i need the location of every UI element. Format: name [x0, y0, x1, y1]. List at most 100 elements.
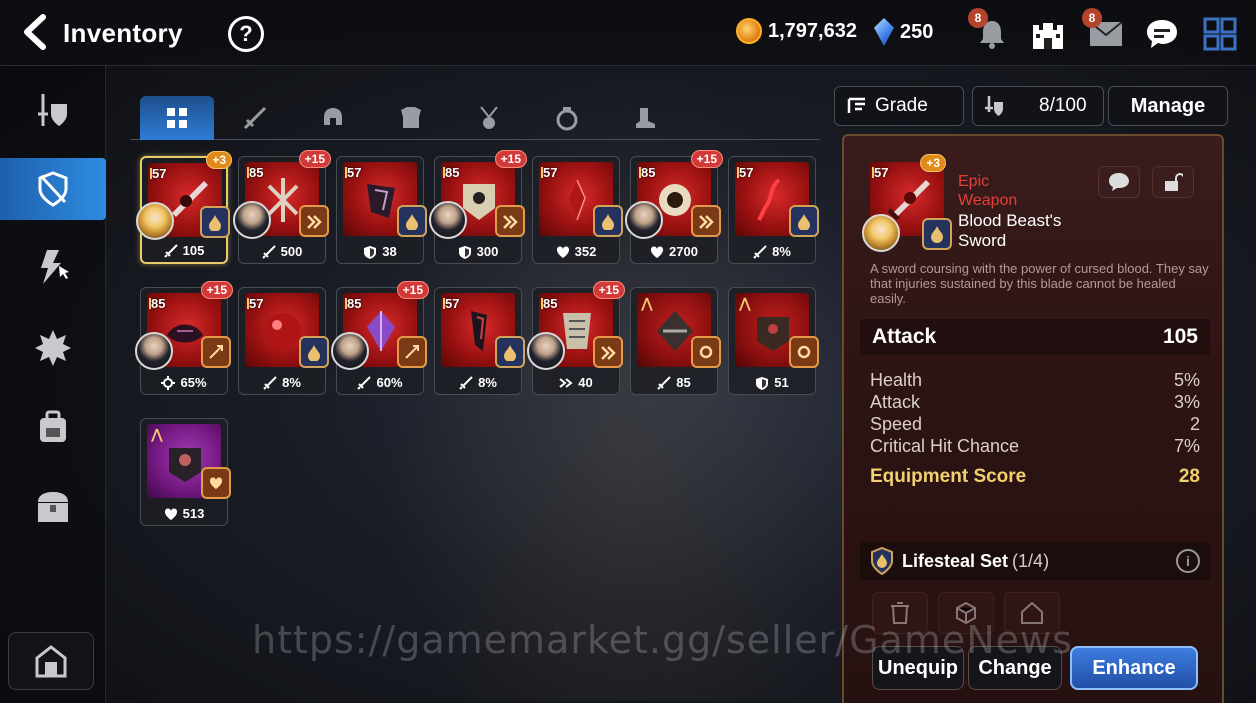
crit-stat-icon	[161, 375, 176, 390]
manage-button[interactable]: Manage	[1108, 86, 1228, 126]
gold-counter[interactable]: 1,797,632	[736, 18, 857, 44]
item-level: 85	[638, 165, 656, 180]
sidebar-item-battle[interactable]	[0, 316, 106, 378]
tab-helmet[interactable]	[296, 96, 370, 140]
gold-coin-icon	[736, 18, 762, 44]
inventory-item[interactable]: 57 +3 105	[136, 151, 232, 264]
grade-sort-button[interactable]: Grade	[834, 86, 964, 126]
tab-weapon[interactable]	[218, 96, 292, 140]
tab-armor[interactable]	[374, 96, 448, 140]
inventory-item[interactable]: 85 +15 65%	[135, 281, 233, 395]
lifesteal-set-icon	[209, 215, 221, 231]
substat-value: 7%	[1173, 436, 1200, 456]
inventory-item[interactable]: 85 +15 40	[527, 281, 625, 395]
enhance-badge: +15	[200, 281, 233, 299]
help-button[interactable]: ?	[228, 16, 264, 52]
back-button[interactable]	[14, 12, 54, 52]
heart-set-icon	[209, 477, 223, 489]
inventory-item[interactable]: ⋀ 51	[728, 287, 819, 395]
chat-button[interactable]	[1142, 14, 1182, 54]
inventory-item[interactable]: ⋀ 513	[140, 418, 231, 526]
shield-stat-icon	[364, 245, 377, 259]
set-badge	[789, 336, 819, 368]
item-stat-value: 500	[280, 244, 303, 259]
chest-icon	[38, 492, 68, 522]
inventory-item[interactable]: 85 +15 300	[429, 150, 527, 264]
substat-row: Speed 2	[870, 413, 1200, 435]
inventory-item[interactable]: 57 38	[336, 156, 427, 264]
set-badge	[495, 336, 525, 368]
sidebar-item-equip[interactable]	[0, 80, 106, 142]
enhance-badge: +15	[298, 150, 331, 168]
inventory-item[interactable]: 57 352	[532, 156, 623, 264]
inventory-item[interactable]: 57 8%	[238, 287, 329, 395]
sidebar-home-button[interactable]	[8, 632, 94, 690]
inventory-item[interactable]: 85 +15 60%	[331, 281, 429, 395]
item-main-stat: 352	[533, 244, 619, 259]
shield-stat-icon	[756, 376, 769, 390]
item-main-stat: 38	[337, 244, 423, 259]
notification-badge: 8	[968, 8, 988, 28]
gear-set-icon	[699, 345, 713, 359]
tab-boots[interactable]	[608, 96, 682, 140]
speed-stat-icon	[559, 377, 573, 388]
equipment-score-value: 28	[1178, 466, 1200, 487]
item-main-stat: 8%	[729, 244, 815, 259]
tab-all[interactable]	[140, 96, 214, 140]
guild-button[interactable]	[1028, 14, 1068, 54]
heart-stat-icon	[650, 245, 664, 258]
info-icon[interactable]: i	[1176, 549, 1200, 573]
item-level: 85	[540, 296, 558, 311]
castle-icon	[1033, 23, 1063, 49]
item-stat-value: 513	[182, 506, 205, 521]
sword-stat-icon	[261, 244, 276, 259]
tab-ring[interactable]	[530, 96, 604, 140]
item-stat-value: 8%	[478, 375, 497, 390]
top-bar: Inventory ? 1,797,632 250 8 8	[0, 0, 1256, 66]
tab-necklace[interactable]	[452, 96, 526, 140]
sidebar-item-storage[interactable]	[0, 476, 106, 538]
set-badge	[299, 336, 329, 368]
item-main-stat: 8%	[435, 375, 521, 390]
item-stat-value: 105	[182, 243, 205, 258]
lifesteal-set-icon	[406, 214, 418, 230]
item-main-stat: 2700	[631, 244, 717, 259]
sidebar-item-skills[interactable]	[0, 236, 106, 298]
lifesteal-set-icon	[308, 345, 320, 361]
item-stat-value: 85	[676, 375, 691, 390]
equipment-score-label: Equipment Score	[870, 466, 1027, 487]
enhance-badge: +15	[396, 281, 429, 299]
substat-row: Health 5%	[870, 369, 1200, 391]
house-icon	[35, 645, 67, 678]
menu-button[interactable]	[1200, 14, 1240, 54]
set-badge	[201, 336, 231, 368]
inventory-capacity[interactable]: 8/100	[972, 86, 1104, 126]
item-main-stat: 513	[141, 506, 227, 521]
lock-button[interactable]	[1152, 166, 1194, 198]
sword-stat-icon	[163, 243, 178, 258]
inventory-item[interactable]: 85 +15 2700	[625, 150, 723, 264]
enhance-button[interactable]: Enhance	[1070, 646, 1198, 690]
sidebar-item-bag[interactable]	[0, 396, 106, 458]
mail-button[interactable]: 8	[1082, 8, 1126, 54]
item-stat-value: 300	[476, 244, 499, 259]
lifesteal-drop-icon	[931, 226, 943, 243]
sidebar-item-inventory[interactable]	[0, 158, 106, 220]
item-stat-value: 352	[574, 244, 597, 259]
inventory-item[interactable]: 85 +15 500	[233, 150, 331, 264]
set-effect-row[interactable]: Lifesteal Set (1/4) i	[860, 542, 1210, 580]
inventory-item[interactable]: ⋀ 85	[630, 287, 721, 395]
item-level: 85	[246, 165, 264, 180]
grid-icon	[167, 108, 187, 128]
crystal-counter[interactable]: 250	[874, 18, 933, 46]
capacity-icon	[985, 96, 1003, 116]
sort-icon	[847, 97, 865, 113]
share-button[interactable]	[1098, 166, 1140, 198]
sidebar	[0, 66, 106, 703]
notifications-button[interactable]: 8	[968, 8, 1012, 54]
inventory-item[interactable]: 57 8%	[728, 156, 819, 264]
set-name: Lifesteal Set	[902, 550, 1009, 571]
item-stat-value: 40	[578, 375, 593, 390]
inventory-item[interactable]: 57 8%	[434, 287, 525, 395]
sword-stat-icon	[459, 375, 473, 390]
